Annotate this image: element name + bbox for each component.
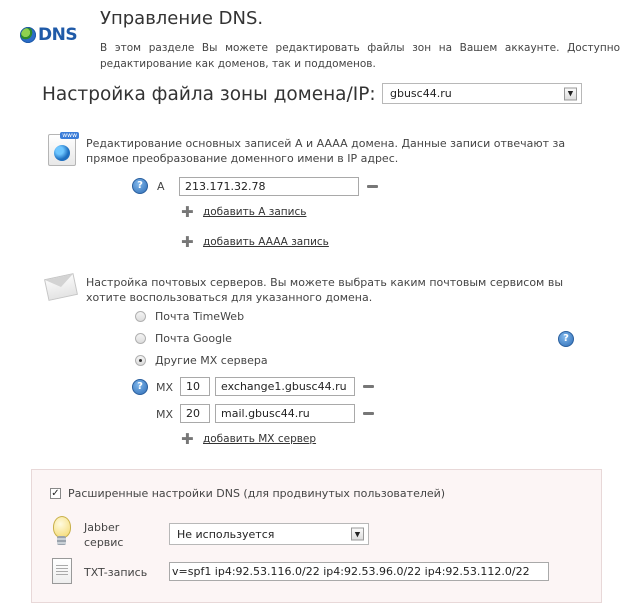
mx-server-input[interactable]: mail.gbusc44.ru [215,404,355,423]
mx-label: MX [156,381,174,394]
jabber-label-line1: Jabber [84,521,120,534]
dropdown-arrow-icon: ▼ [351,527,364,541]
www-badge: www [60,132,79,139]
globe-icon [20,27,36,43]
add-aaaa-record-link[interactable]: добавить AAAA запись [203,236,329,248]
page-description: В этом разделе Вы можете редактировать ф… [100,42,620,70]
radio-mail-google-label: Почта Google [155,332,232,345]
radio-mail-other-mx[interactable] [135,355,146,366]
zone-label: Настройка файла зоны домена/IP: [42,84,376,105]
domain-select-value: gbusc44.ru [390,87,452,100]
mx-priority-input[interactable]: 10 [180,377,210,396]
txt-document-icon [52,558,72,584]
dropdown-arrow-icon: ▼ [564,87,577,100]
radio-mail-timeweb[interactable] [135,311,146,322]
mail-envelope-icon [44,273,78,301]
a-record-label: A [157,180,165,193]
jabber-label: Jabber сервис [84,520,123,550]
remove-mx-button[interactable] [363,412,374,415]
txt-record-input[interactable]: v=spf1 ip4:92.53.116.0/22 ip4:92.53.96.0… [169,562,549,581]
advanced-settings-checkbox[interactable]: ✓ [50,488,61,499]
jabber-label-line2: сервис [84,536,124,549]
add-icon[interactable]: ✚ [181,235,194,250]
jabber-select-value: Не используется [177,527,275,541]
dns-logo: DNS [20,24,78,46]
mx-label: MX [156,408,174,421]
remove-mx-button[interactable] [363,385,374,388]
remove-a-record-button[interactable] [367,185,378,188]
page-title: Управление DNS. [100,8,264,29]
mx-server-input[interactable]: exchange1.gbusc44.ru [215,377,355,396]
domain-select[interactable]: gbusc44.ru ▼ [382,83,582,104]
records-description: Редактирование основных записей A и AAAA… [86,137,566,165]
radio-mail-other-mx-label: Другие MX сервера [155,354,268,367]
add-icon[interactable]: ✚ [181,432,194,447]
globe-icon [54,145,70,161]
mx-priority-input[interactable]: 20 [180,404,210,423]
jabber-select[interactable]: Не используется ▼ [169,523,369,545]
logo-text: DNS [38,25,78,45]
txt-record-label: TXT-запись [84,566,148,579]
help-icon[interactable]: ? [132,379,148,395]
add-mx-server-link[interactable]: добавить MX сервер [203,433,316,445]
radio-mail-google[interactable] [135,333,146,344]
advanced-settings-label: Расширенные настройки DNS (для продвинут… [68,487,446,500]
dns-record-icon: www [48,132,79,166]
help-icon[interactable]: ? [132,178,148,194]
mail-description: Настройка почтовых серверов. Вы можете в… [86,276,564,304]
help-icon[interactable]: ? [558,331,574,347]
radio-mail-timeweb-label: Почта TimeWeb [155,310,245,323]
add-a-record-link[interactable]: добавить A запись [203,206,306,218]
add-icon[interactable]: ✚ [181,205,194,220]
lightbulb-icon [50,516,72,550]
a-record-input[interactable]: 213.171.32.78 [179,177,359,196]
